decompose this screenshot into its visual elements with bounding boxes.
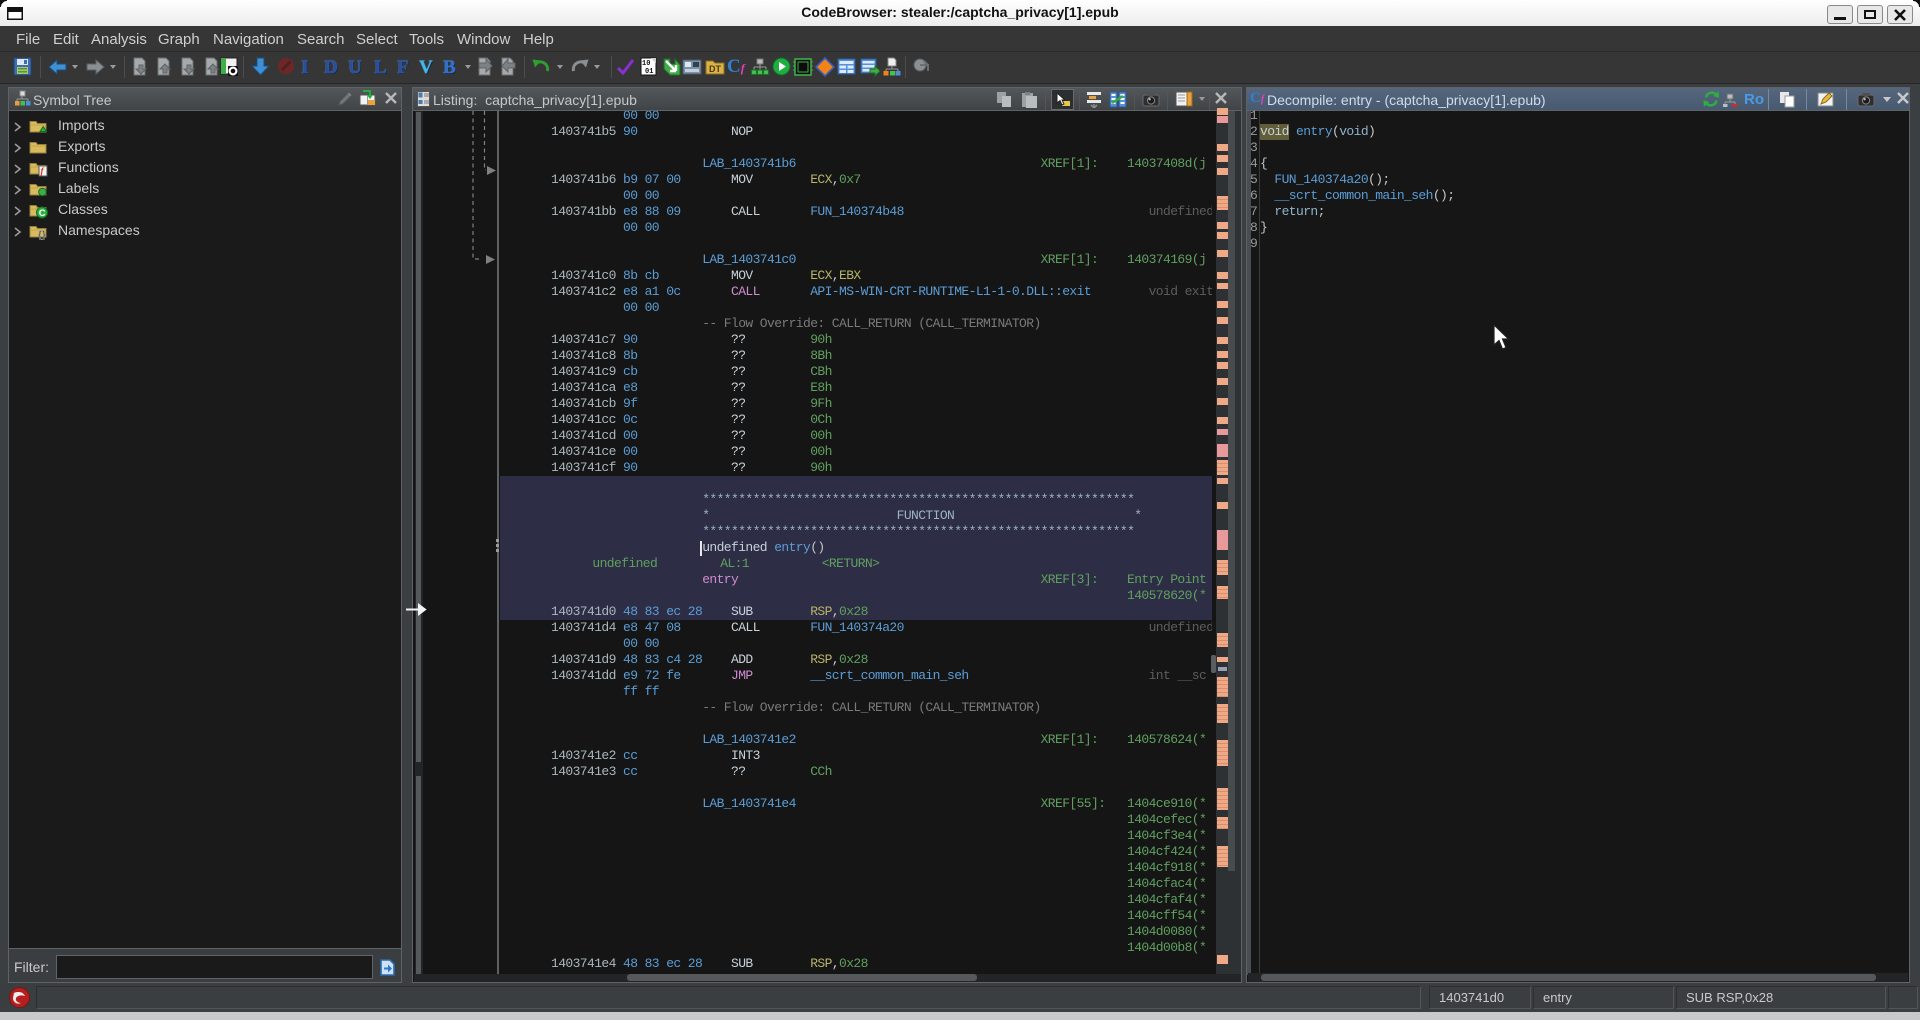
svg-text:10: 10 [642, 60, 650, 68]
svg-text:C: C [39, 208, 46, 219]
svg-text:DT: DT [709, 64, 721, 74]
svg-text:{}: {} [38, 230, 46, 240]
svg-text:01: 01 [645, 68, 653, 76]
